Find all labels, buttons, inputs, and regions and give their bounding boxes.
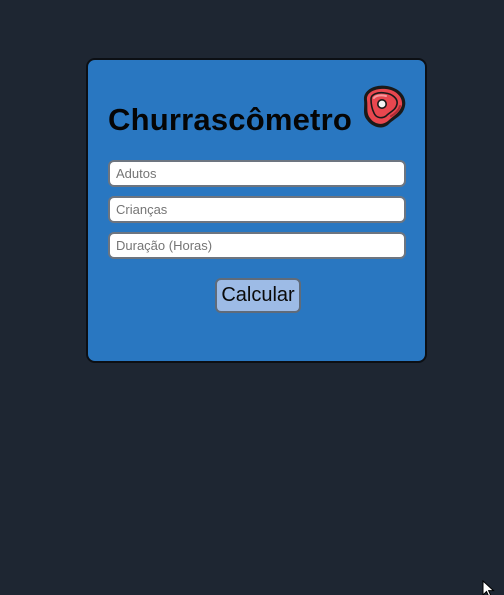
meat-steak-icon <box>355 82 411 130</box>
page-title: Churrascômetro <box>108 102 352 137</box>
children-input[interactable] <box>108 196 406 223</box>
adults-input[interactable] <box>108 160 406 187</box>
calculate-button[interactable]: Calcular <box>215 278 301 313</box>
calculator-card: Churrascômetro Calcular <box>86 58 427 363</box>
page: Churrascômetro Calcular <box>0 0 504 595</box>
mouse-pointer-icon <box>482 579 496 595</box>
title-row: Churrascômetro <box>108 82 413 142</box>
duration-input[interactable] <box>108 232 406 259</box>
